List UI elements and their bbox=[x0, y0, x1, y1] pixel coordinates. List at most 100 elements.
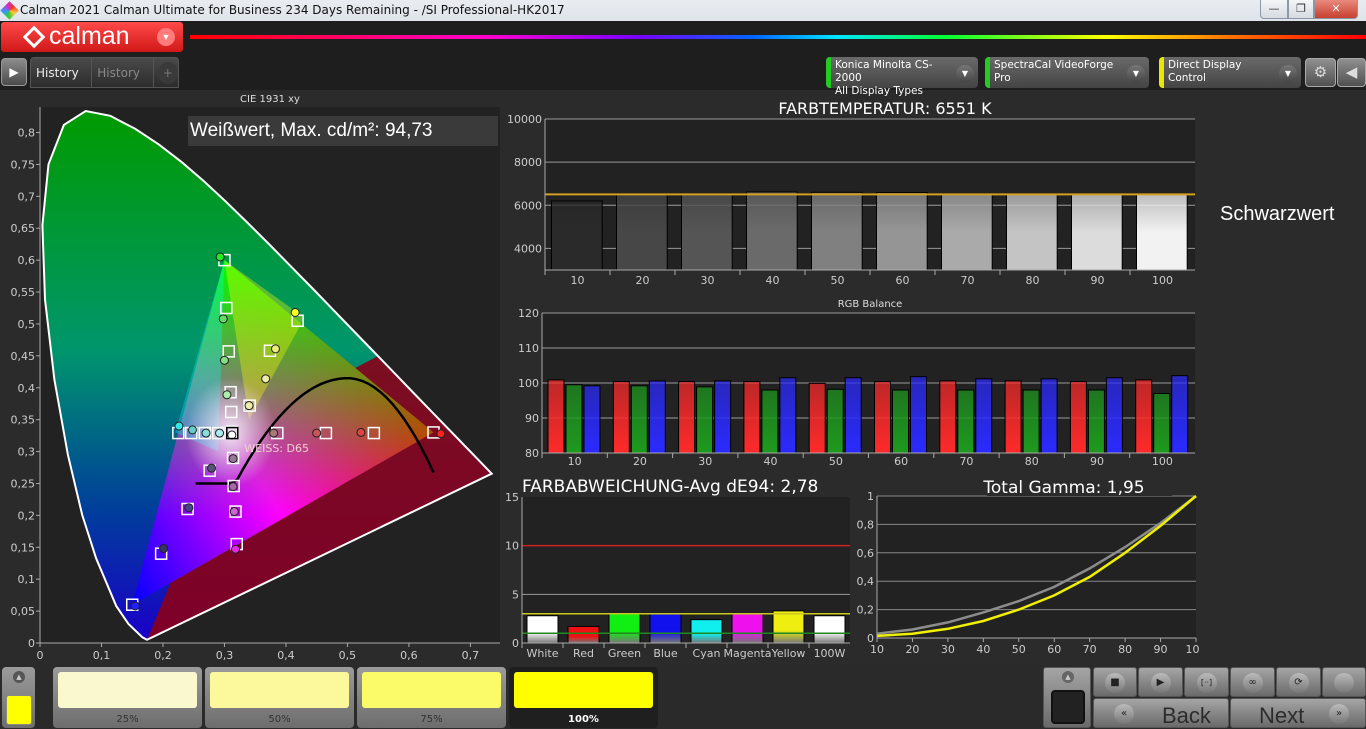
x-tick-label: 80 bbox=[1026, 274, 1040, 287]
expand-panel-button[interactable]: ▶ bbox=[1, 58, 27, 86]
x-tick-label: 0,5 bbox=[339, 649, 357, 662]
app-icon bbox=[0, 1, 19, 20]
cct-bar bbox=[551, 200, 603, 271]
measured-point bbox=[290, 307, 300, 317]
y-tick-label: 15 bbox=[505, 491, 519, 504]
cct-bar bbox=[1006, 193, 1058, 271]
cct-bar bbox=[876, 192, 928, 271]
swatch-100[interactable]: 100% bbox=[509, 667, 658, 728]
meter-selector[interactable]: Konica Minolta CS-2000 All Display Types… bbox=[826, 57, 978, 97]
pattern-generator-selector[interactable]: SpectraCal VideoForge Pro ▼ bbox=[985, 57, 1149, 88]
y-tick-label: 0,8 bbox=[18, 127, 36, 140]
double-chevron-left-icon: « bbox=[1114, 704, 1134, 724]
y-tick-label: 0,6 bbox=[857, 547, 875, 560]
rgb-bar-green bbox=[957, 389, 975, 454]
delta-e-bar bbox=[772, 610, 805, 644]
collapse-panel-button[interactable]: ◀ bbox=[1337, 58, 1366, 87]
chevron-left-icon: ◀ bbox=[1345, 63, 1358, 81]
swatch-75[interactable]: 75% bbox=[357, 667, 506, 728]
y-tick-label: 0,25 bbox=[11, 477, 36, 490]
expand-up-icon: ▲ bbox=[1062, 671, 1074, 683]
restore-button[interactable]: ❐ bbox=[1288, 0, 1314, 19]
cct-bar bbox=[811, 191, 863, 271]
tab-history-2[interactable]: History 2 bbox=[92, 58, 154, 111]
plot-area bbox=[877, 496, 1196, 638]
y-tick-label: 0,5 bbox=[18, 318, 36, 331]
close-button[interactable]: ✕ bbox=[1314, 0, 1358, 19]
bracket-measure-icon: [··] bbox=[1196, 673, 1217, 693]
refresh-button[interactable]: ⟳ bbox=[1276, 667, 1321, 697]
rgb-bar-blue bbox=[1105, 377, 1123, 454]
measured-point bbox=[159, 544, 169, 554]
x-tick-label: 30 bbox=[698, 455, 712, 467]
measured-point bbox=[219, 355, 229, 365]
current-color-panel[interactable]: ▲ bbox=[2, 667, 35, 728]
tab-bar: ▶ History 1 History 2 + Konica Minolta C… bbox=[0, 55, 1366, 111]
add-tab-button[interactable]: + bbox=[157, 61, 178, 84]
x-tick-label: 50 bbox=[829, 455, 843, 467]
calman-logo-icon bbox=[22, 25, 46, 49]
x-tick-label: 0,1 bbox=[93, 649, 111, 662]
whitepoint-label: WEISS: D65 bbox=[244, 442, 309, 455]
rgb-bar-blue bbox=[583, 385, 601, 454]
y-tick-label: 120 bbox=[518, 307, 539, 320]
bottom-bar: ▲ 25% 50% 75% 100% ▲ ■ ▶ [··] ∞ ⟳ « Back… bbox=[0, 665, 1366, 728]
chevron-down-icon: ▼ bbox=[956, 65, 974, 83]
x-tick-label: 40 bbox=[976, 643, 990, 656]
y-tick-label: 0,15 bbox=[11, 541, 36, 554]
y-tick-label: 8000 bbox=[514, 156, 542, 169]
stop-button[interactable]: ■ bbox=[1093, 667, 1137, 697]
x-tick-label: 10 bbox=[568, 455, 582, 467]
cie-chart: CIE 1931 xy 0 0,1 0,2 0,3 0,4 0,5 0,6 0,7 0 0,05 0… bbox=[11, 94, 500, 662]
minimize-button[interactable]: — bbox=[1260, 0, 1288, 19]
cct-bar bbox=[746, 191, 798, 271]
x-tick-label: 20 bbox=[636, 274, 650, 287]
play-button[interactable]: ▶ bbox=[1138, 667, 1183, 697]
measured-point bbox=[261, 374, 271, 384]
rgb-bar-green bbox=[1087, 389, 1105, 454]
y-tick-label: 100 bbox=[518, 377, 539, 390]
rgb-bar-red bbox=[874, 381, 891, 454]
extra-button[interactable] bbox=[1322, 667, 1366, 697]
next-button[interactable]: Next » bbox=[1230, 698, 1366, 728]
swatch-25[interactable]: 25% bbox=[53, 667, 202, 728]
blank-circle-icon bbox=[1334, 673, 1354, 693]
measure-button[interactable]: [··] bbox=[1184, 667, 1229, 697]
chevron-right-icon: ▶ bbox=[9, 65, 19, 79]
x-tick-label: 50 bbox=[831, 274, 845, 287]
rgb-bar-red bbox=[612, 381, 630, 454]
measured-point bbox=[215, 252, 225, 262]
x-tick-label: 70 bbox=[1083, 643, 1097, 656]
cct-bar bbox=[1071, 193, 1123, 271]
source-preview-button[interactable]: ▲ bbox=[1043, 667, 1091, 728]
y-tick-label: 0,3 bbox=[18, 446, 36, 459]
rgb-bar-red bbox=[808, 382, 826, 454]
x-tick-label: 0,7 bbox=[462, 649, 480, 662]
display-control-selector[interactable]: Direct Display Control ▼ bbox=[1159, 57, 1301, 88]
calman-menu-button[interactable]: calman ▼ bbox=[1, 22, 183, 52]
y-tick-label: 4000 bbox=[514, 242, 542, 255]
rgb-bar-red bbox=[743, 381, 761, 454]
x-tick-label: 60 bbox=[894, 455, 908, 467]
restore-icon: ❐ bbox=[1296, 2, 1306, 15]
continuous-measure-button[interactable]: ∞ bbox=[1230, 667, 1275, 697]
x-tick-label: 40 bbox=[766, 274, 780, 287]
y-tick-label: 0,4 bbox=[857, 575, 875, 588]
x-tick-label: 60 bbox=[1047, 643, 1061, 656]
y-tick-label: 80 bbox=[525, 447, 539, 460]
y-tick-label: 0,05 bbox=[11, 605, 36, 618]
y-tick-label: 0 bbox=[28, 637, 35, 650]
swatch-50[interactable]: 50% bbox=[205, 667, 354, 728]
measured-point bbox=[130, 601, 140, 611]
rgb-bar-green bbox=[696, 386, 714, 454]
y-tick-label: 0,7 bbox=[18, 190, 36, 203]
settings-button[interactable]: ⚙ bbox=[1305, 58, 1336, 87]
y-tick-label: 0,4 bbox=[18, 382, 36, 395]
expand-up-icon[interactable]: ▲ bbox=[13, 671, 25, 683]
tab-history-1[interactable]: History 1 bbox=[31, 58, 93, 111]
back-button[interactable]: « Back bbox=[1093, 698, 1229, 728]
measured-point bbox=[228, 454, 238, 464]
rgb-bar-green bbox=[761, 389, 779, 454]
generator-name: SpectraCal VideoForge Pro bbox=[994, 59, 1114, 84]
x-tick-label: 90 bbox=[1154, 643, 1168, 656]
